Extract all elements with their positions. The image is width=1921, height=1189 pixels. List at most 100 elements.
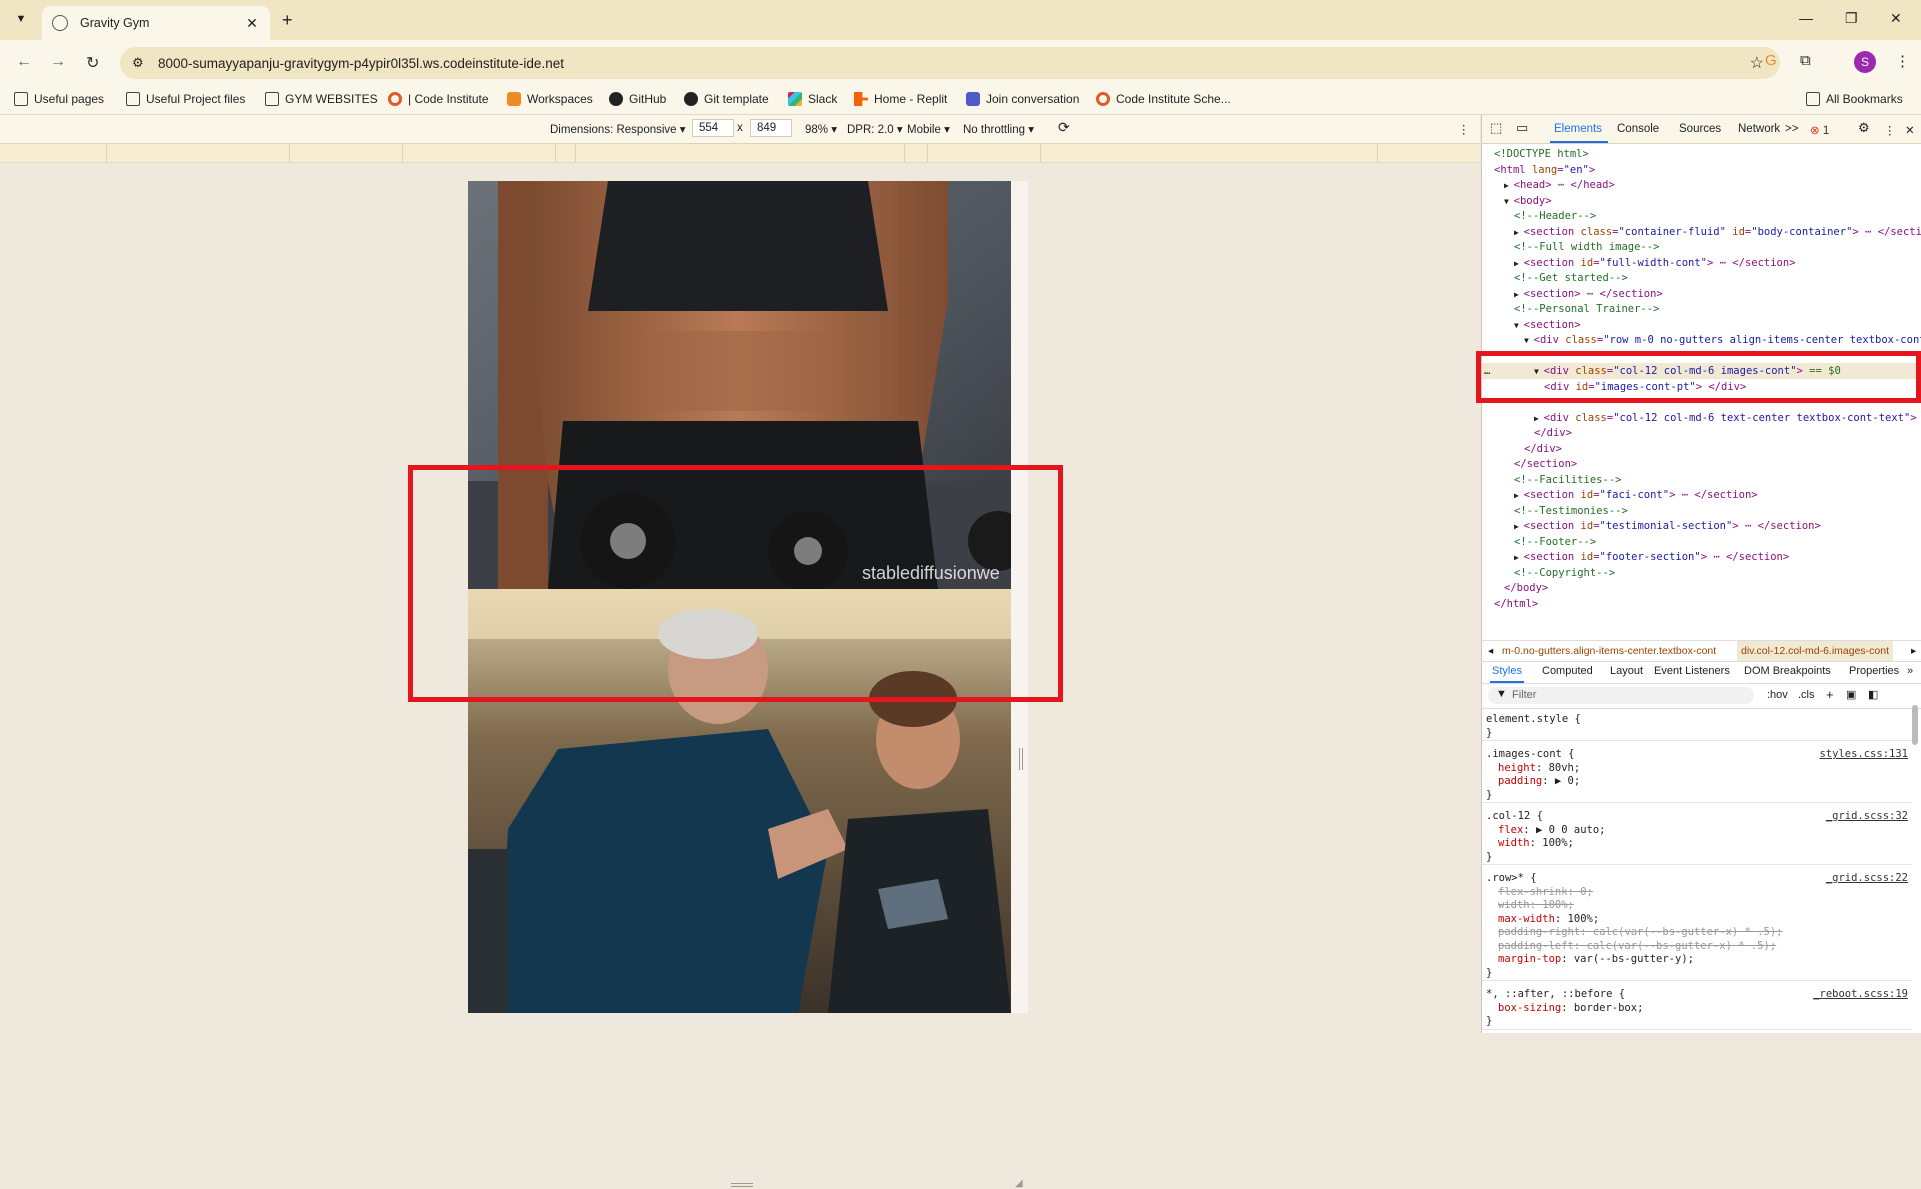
- crumb-current[interactable]: div.col-12.col-md-6.images-cont: [1737, 641, 1894, 661]
- throttling-select[interactable]: No throttling ▾: [963, 122, 1034, 136]
- filter-input[interactable]: ▼ Filter: [1488, 687, 1754, 704]
- rule-source-link[interactable]: _reboot.scss:19: [1813, 988, 1908, 1002]
- dom-node-line[interactable]: ▶ <head> ⋯ </head>: [1504, 178, 1615, 194]
- dom-node-line[interactable]: <!--Copyright-->: [1514, 566, 1615, 582]
- tab-search-button[interactable]: ▼: [10, 8, 32, 30]
- bookmark-star-icon[interactable]: ☆: [1750, 53, 1764, 73]
- dom-node-line[interactable]: <!--Get started-->: [1514, 271, 1628, 287]
- rule-source-link[interactable]: _grid.scss:32: [1826, 810, 1908, 824]
- dom-node-line[interactable]: ▼ <body>: [1504, 194, 1552, 210]
- collapsed-triangle-icon[interactable]: ▶: [1514, 491, 1524, 500]
- url-text[interactable]: 8000-sumayyapanju-gravitygym-p4ypir0l35l…: [158, 56, 564, 71]
- dom-node-line[interactable]: </html>: [1494, 597, 1538, 613]
- styles-more-icon[interactable]: »: [1907, 665, 1913, 677]
- dom-node-line[interactable]: </div>: [1534, 426, 1572, 442]
- collapsed-triangle-icon[interactable]: ▶: [1514, 522, 1524, 531]
- bookmark-code-institute-schedule[interactable]: Code Institute Sche...: [1096, 92, 1231, 106]
- css-declaration[interactable]: width: 100%;: [1482, 837, 1912, 851]
- collapsed-triangle-icon[interactable]: ▶: [1504, 181, 1514, 190]
- css-declaration[interactable]: width: 100%;: [1482, 899, 1912, 913]
- dom-node-line[interactable]: ▶ <section id="footer-section"> ⋯ </sect…: [1514, 550, 1789, 566]
- rule-source-link[interactable]: _grid.scss:22: [1826, 872, 1908, 886]
- height-input[interactable]: 849: [750, 119, 792, 137]
- rule-source-link[interactable]: styles.css:131: [1819, 748, 1908, 762]
- tab-layout[interactable]: Layout: [1610, 665, 1643, 677]
- new-tab-button[interactable]: +: [282, 10, 293, 31]
- error-badge[interactable]: ⊗ 1: [1810, 123, 1829, 137]
- dimensions-select[interactable]: Dimensions: Responsive ▾: [550, 122, 686, 136]
- css-declaration[interactable]: padding: ▶ 0;: [1482, 775, 1912, 789]
- dom-node-line[interactable]: <!DOCTYPE html>: [1494, 147, 1589, 163]
- extensions-icon[interactable]: ⧉: [1800, 52, 1811, 69]
- dom-node-line[interactable]: ▶ <section id="testimonial-section"> ⋯ <…: [1514, 519, 1821, 535]
- devtools-close-icon[interactable]: ✕: [1905, 123, 1915, 137]
- dom-node-line[interactable]: ▶ <section class="container-fluid" id="b…: [1514, 225, 1921, 241]
- site-info-icon[interactable]: ⚙: [132, 55, 144, 71]
- dom-node-line[interactable]: <!--Testimonies-->: [1514, 504, 1628, 520]
- window-close-button[interactable]: ✕: [1890, 10, 1902, 27]
- collapsed-triangle-icon[interactable]: ▶: [1514, 290, 1524, 299]
- resize-handle-right[interactable]: [1019, 748, 1023, 770]
- collapsed-triangle-icon[interactable]: ▶: [1534, 414, 1544, 423]
- all-bookmarks[interactable]: All Bookmarks: [1806, 92, 1903, 106]
- dom-node-line[interactable]: ▶ <section> ⋯ </section>: [1514, 287, 1663, 303]
- bookmark-workspaces[interactable]: Workspaces: [507, 92, 593, 106]
- dom-node-line[interactable]: </div>: [1524, 442, 1562, 458]
- dom-node-line[interactable]: ▶ <section id="full-width-cont"> ⋯ </sec…: [1514, 256, 1796, 272]
- collapsed-triangle-icon[interactable]: ▶: [1514, 553, 1524, 562]
- css-rule[interactable]: *, ::after, ::before {_reboot.scss:19 box…: [1482, 988, 1912, 1030]
- crumb-next-icon[interactable]: ▸: [1911, 645, 1916, 657]
- dom-node-line[interactable]: ▼ <div class="row m-0 no-gutters align-i…: [1524, 333, 1921, 349]
- css-declaration[interactable]: padding-left: calc(var(--bs-gutter-x) * …: [1482, 940, 1912, 954]
- width-input[interactable]: 554: [692, 119, 734, 137]
- back-icon[interactable]: ←: [16, 53, 32, 71]
- sidebar-toggle-icon[interactable]: ◧: [1868, 688, 1878, 701]
- tab-computed[interactable]: Computed: [1542, 665, 1593, 677]
- crumb-prev-icon[interactable]: ◂: [1488, 645, 1493, 657]
- new-rule-icon[interactable]: +: [1826, 687, 1834, 702]
- expanded-triangle-icon[interactable]: ▼: [1524, 336, 1534, 345]
- dom-node-line[interactable]: <!--Header-->: [1514, 209, 1596, 225]
- dom-node-line[interactable]: <!--Footer-->: [1514, 535, 1596, 551]
- tab-close-icon[interactable]: ✕: [244, 15, 260, 32]
- expanded-triangle-icon[interactable]: ▼: [1504, 197, 1514, 206]
- dom-node-line[interactable]: <!--Facilities-->: [1514, 473, 1621, 489]
- expanded-triangle-icon[interactable]: ▼: [1514, 321, 1524, 330]
- hov-toggle[interactable]: :hov: [1767, 689, 1788, 701]
- css-declaration[interactable]: flex: ▶ 0 0 auto;: [1482, 824, 1912, 838]
- tab-network[interactable]: Network: [1738, 123, 1780, 135]
- devtools-more-icon[interactable]: ⋮: [1884, 123, 1896, 137]
- tab-sources[interactable]: Sources: [1679, 123, 1721, 135]
- more-tabs-icon[interactable]: >>: [1785, 123, 1798, 135]
- forward-icon[interactable]: →: [50, 53, 66, 71]
- rotate-icon[interactable]: ⟳: [1058, 119, 1070, 136]
- minimize-button[interactable]: —: [1799, 10, 1813, 26]
- collapsed-triangle-icon[interactable]: ▶: [1514, 228, 1524, 237]
- tab-event-listeners[interactable]: Event Listeners: [1654, 665, 1730, 677]
- resize-handle-bottom[interactable]: [731, 1183, 753, 1187]
- resize-handle-corner[interactable]: ◢: [1015, 1178, 1025, 1189]
- reload-icon[interactable]: ↻: [86, 53, 99, 73]
- dom-node-line[interactable]: ▼ <section>: [1514, 318, 1581, 334]
- address-bar[interactable]: ⚙ 8000-sumayyapanju-gravitygym-p4ypir0l3…: [120, 47, 1780, 79]
- grammarly-icon[interactable]: G: [1765, 52, 1777, 69]
- css-declaration[interactable]: padding-right: calc(var(--bs-gutter-x) *…: [1482, 926, 1912, 940]
- css-rule[interactable]: element.style {}: [1482, 713, 1912, 741]
- bookmark-git-template[interactable]: Git template: [684, 92, 769, 106]
- inspect-element-icon[interactable]: ⬚: [1490, 120, 1502, 136]
- device-toggle-icon[interactable]: ▭: [1516, 120, 1528, 136]
- dom-node-line[interactable]: ▶ <div class="col-12 col-md-6 text-cente…: [1534, 411, 1921, 427]
- settings-gear-icon[interactable]: ⚙: [1858, 120, 1870, 136]
- bookmark-code-institute[interactable]: | Code Institute: [388, 92, 489, 106]
- dom-node-line[interactable]: <html lang="en">: [1494, 163, 1595, 179]
- mode-select[interactable]: Mobile ▾: [907, 122, 950, 136]
- tab-properties[interactable]: Properties: [1849, 665, 1899, 677]
- bookmark-github[interactable]: GitHub: [609, 92, 666, 106]
- css-declaration[interactable]: max-width: 100%;: [1482, 913, 1912, 927]
- device-more-icon[interactable]: ⋮: [1458, 122, 1470, 136]
- bookmark-slack[interactable]: Slack: [788, 92, 837, 106]
- tab-gravity-gym[interactable]: Gravity Gym ✕: [42, 6, 270, 40]
- css-rule[interactable]: .row>* {_grid.scss:22 flex-shrink: 0; widt…: [1482, 872, 1912, 981]
- css-declaration[interactable]: height: 80vh;: [1482, 762, 1912, 776]
- bookmark-replit[interactable]: Home - Replit: [854, 92, 947, 106]
